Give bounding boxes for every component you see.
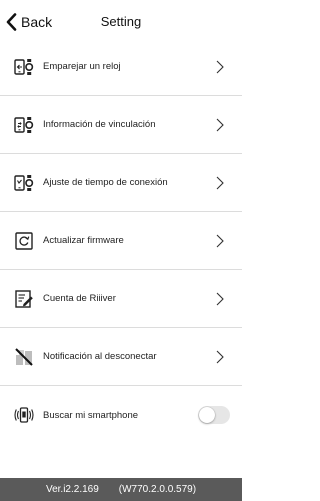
menu-item-label: Ajuste de tiempo de conexión (43, 177, 168, 188)
menu-item-label: Notificación al desconectar (43, 351, 157, 362)
menu-item-connection-time[interactable]: Ajuste de tiempo de conexión (0, 154, 242, 212)
menu-item-riiiver-account[interactable]: Cuenta de Riiiver (0, 270, 242, 328)
menu-item-label: Emparejar un reloj (43, 61, 121, 72)
menu-item-label: Buscar mi smartphone (43, 409, 139, 421)
phone-watch-link-icon (14, 115, 34, 135)
chevron-right-icon (215, 350, 225, 364)
find-phone-toggle[interactable] (198, 406, 230, 424)
disconnect-notification-icon (14, 347, 34, 367)
menu-item-find-phone[interactable]: Buscar mi smartphone (0, 386, 242, 444)
chevron-right-icon (215, 292, 225, 306)
settings-menu: Emparejar un reloj Información de vincul… (0, 38, 242, 444)
menu-item-update-firmware[interactable]: Actualizar firmware (0, 212, 242, 270)
chevron-right-icon (215, 60, 225, 74)
watch-version: (W770.2.0.0.579) (118, 484, 197, 495)
chevron-right-icon (215, 118, 225, 132)
header-bar: Back Setting (0, 0, 242, 42)
menu-item-pair-watch[interactable]: Emparejar un reloj (0, 38, 242, 96)
chevron-right-icon (215, 234, 225, 248)
find-phone-icon (14, 405, 34, 425)
edit-document-icon (14, 289, 34, 309)
menu-item-disconnect-notification[interactable]: Notificación al desconectar (0, 328, 242, 386)
menu-item-label: Información de vinculación (43, 119, 156, 130)
version-footer: Ver.i2.2.169 (W770.2.0.0.579) (0, 478, 242, 501)
refresh-icon (14, 231, 34, 251)
phone-watch-pair-icon (14, 57, 34, 77)
app-version: Ver.i2.2.169 (45, 484, 99, 495)
phone-watch-time-icon (14, 173, 34, 193)
chevron-right-icon (215, 176, 225, 190)
toggle-knob (199, 407, 215, 423)
menu-item-link-info[interactable]: Información de vinculación (0, 96, 242, 154)
menu-item-label: Cuenta de Riiiver (43, 293, 116, 304)
menu-item-label: Actualizar firmware (43, 235, 124, 246)
page-title: Setting (100, 14, 142, 29)
